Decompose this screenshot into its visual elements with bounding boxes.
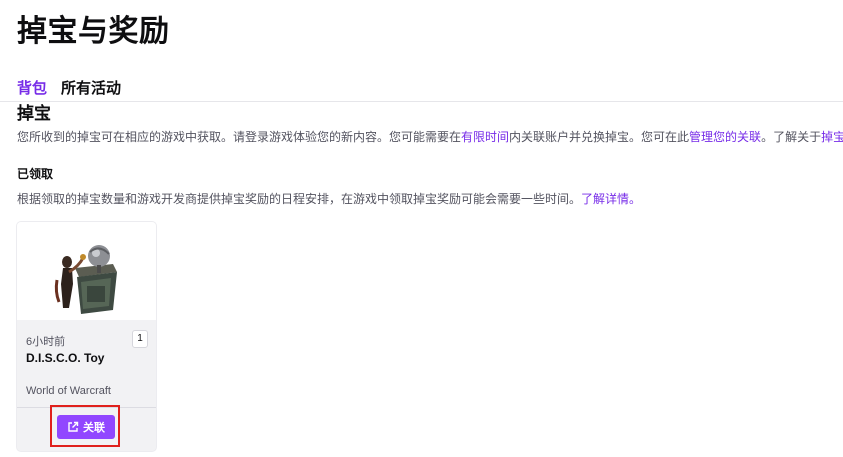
drops-section-title: 掉宝	[17, 104, 51, 123]
drop-count-badge: 1	[132, 330, 148, 348]
drop-item-image	[17, 222, 156, 320]
claimed-note-text: 根据领取的掉宝数量和游戏开发商提供掉宝奖励的日程安排，在游戏中领取掉宝奖励可能会…	[17, 192, 582, 206]
drop-game: World of Warcraft	[26, 385, 111, 397]
learn-more-link[interactable]: 了解详情。	[581, 192, 641, 206]
drops-rewards-page: 掉宝与奖励 背包 所有活动 掉宝 您所收到的掉宝可在相应的游戏中获取。请登录游戏…	[0, 0, 843, 457]
description-text-2: 内关联账户并兑换掉宝。您可在此	[509, 130, 690, 144]
page-title: 掉宝与奖励	[17, 15, 170, 48]
drops-description: 您所收到的掉宝可在相应的游戏中获取。请登录游戏体验您的新内容。您可能需要在有限时…	[17, 128, 843, 145]
description-text-1: 您所收到的掉宝可在相应的游戏中获取。请登录游戏体验您的新内容。您可能需要在	[17, 130, 462, 144]
tab-bar: 背包 所有活动	[17, 77, 121, 98]
description-text-3: 。了解关于	[761, 130, 822, 144]
drop-card: 6小时前 1 D.I.S.C.O. Toy World of Warcraft …	[17, 222, 156, 451]
drop-name: D.I.S.C.O. Toy	[26, 351, 105, 365]
claimed-heading: 已领取	[17, 167, 54, 181]
tab-divider	[0, 101, 843, 102]
tab-all-campaigns[interactable]: 所有活动	[61, 77, 121, 98]
learn-drops-link[interactable]: 掉宝	[821, 130, 843, 144]
drop-time: 6小时前	[26, 336, 66, 348]
external-link-icon	[67, 421, 79, 433]
manage-connections-link[interactable]: 管理您的关联	[689, 130, 761, 144]
claimed-note: 根据领取的掉宝数量和游戏开发商提供掉宝奖励的日程安排，在游戏中领取掉宝奖励可能会…	[17, 190, 641, 207]
tab-inventory[interactable]: 背包	[17, 77, 47, 98]
connect-button[interactable]: 关联	[57, 415, 115, 439]
connect-button-label: 关联	[83, 422, 105, 434]
limited-time-link[interactable]: 有限时间	[461, 130, 509, 144]
